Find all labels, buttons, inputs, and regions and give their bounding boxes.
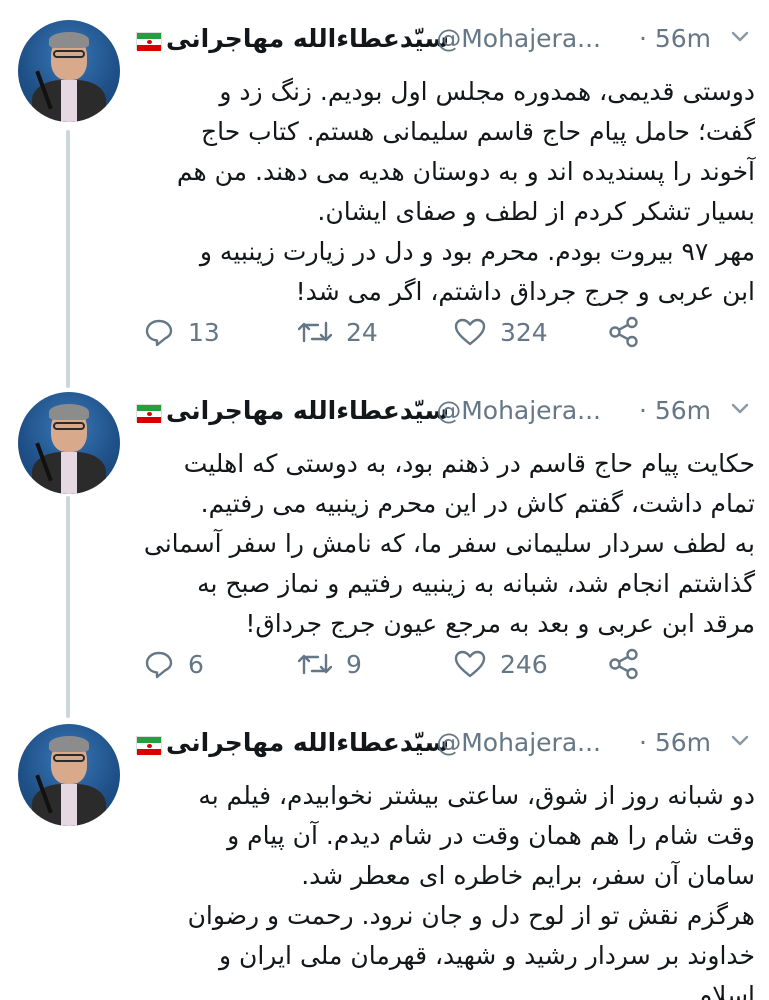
tweet[interactable]: سیّدعطاءالله مهاجرانی @Mohajera... · 56m… — [0, 724, 769, 1000]
author-handle[interactable]: @Mohajera... — [436, 728, 601, 757]
chevron-down-icon[interactable] — [731, 400, 749, 418]
chevron-down-icon[interactable] — [731, 732, 749, 750]
tweet[interactable]: سیّدعطاءالله مهاجرانی @Mohajera... · 56m… — [0, 392, 769, 702]
author-handle[interactable]: @Mohajera... — [436, 396, 601, 425]
retweet-count: 9 — [346, 649, 362, 679]
chevron-down-icon[interactable] — [731, 28, 749, 46]
tweet-time[interactable]: · 56m — [639, 396, 711, 425]
reply-button[interactable]: 13 — [144, 312, 220, 352]
share-icon — [609, 316, 638, 348]
iran-flag-icon — [136, 736, 162, 755]
retweet-button[interactable]: 24 — [298, 312, 378, 352]
tweet-actions: 6 9 246 — [134, 644, 664, 684]
author-handle[interactable]: @Mohajera... — [436, 24, 601, 53]
avatar[interactable] — [18, 392, 120, 494]
tweet-actions: 13 24 324 — [134, 312, 664, 352]
tweet-text: دو شبانه روز از شوق، ساعتی بیشتر نخوابید… — [187, 781, 755, 1000]
retweet-button[interactable]: 9 — [298, 644, 362, 684]
reply-icon — [145, 651, 173, 679]
reply-count: 13 — [188, 317, 220, 347]
like-count: 324 — [500, 317, 548, 347]
avatar[interactable] — [18, 20, 120, 122]
tweet-thread: سیّدعطاءالله مهاجرانی @Mohajera... · 56m… — [0, 0, 769, 1000]
tweet-time[interactable]: · 56m — [639, 24, 711, 53]
share-button[interactable] — [608, 644, 640, 684]
tweet[interactable]: سیّدعطاءالله مهاجرانی @Mohajera... · 56m… — [0, 20, 769, 370]
retweet-count: 24 — [346, 317, 378, 347]
avatar[interactable] — [18, 724, 120, 826]
author-name[interactable]: سیّدعطاءالله مهاجرانی — [166, 396, 449, 425]
heart-icon — [454, 318, 486, 346]
iran-flag-icon — [136, 32, 162, 51]
retweet-icon — [298, 653, 332, 675]
like-button[interactable]: 246 — [454, 644, 548, 684]
author-name[interactable]: سیّدعطاءالله مهاجرانی — [166, 728, 449, 757]
reply-button[interactable]: 6 — [144, 644, 204, 684]
reply-count: 6 — [188, 649, 204, 679]
heart-icon — [454, 650, 486, 678]
tweet-time[interactable]: · 56m — [639, 728, 711, 757]
tweet-text: حکایت پیام حاج قاسم در ذهنم بود، به دوست… — [143, 449, 755, 638]
reply-icon — [145, 319, 173, 347]
like-button[interactable]: 324 — [454, 312, 548, 352]
retweet-icon — [298, 321, 332, 343]
like-count: 246 — [500, 649, 548, 679]
share-button[interactable] — [608, 312, 640, 352]
author-name[interactable]: سیّدعطاءالله مهاجرانی — [166, 24, 449, 53]
iran-flag-icon — [136, 404, 162, 423]
tweet-text: دوستی قدیمی، همدوره مجلس اول بودیم. زنگ … — [176, 77, 755, 306]
share-icon — [609, 648, 638, 680]
